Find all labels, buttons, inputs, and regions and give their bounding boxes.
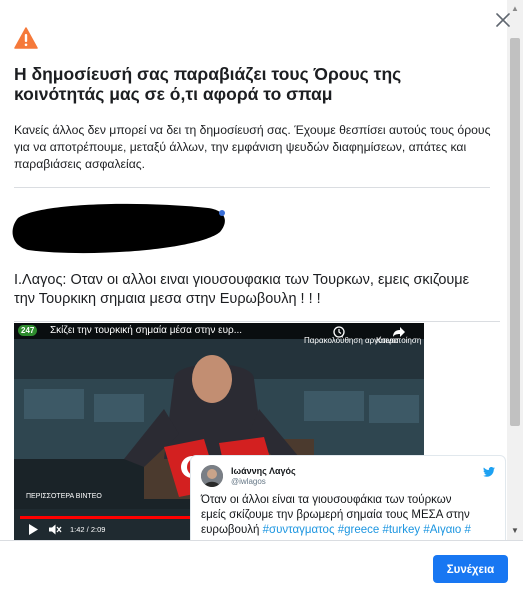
tweet-text-fragment: ευρωβουλή <box>201 524 260 536</box>
embedded-tweet[interactable]: Ιωάννης Λαγός @iwlagos Όταν οι άλλοι είν… <box>190 455 506 540</box>
redacted-author-block <box>12 203 225 254</box>
scroll-up-arrow-icon[interactable]: ▲ <box>511 4 519 13</box>
channel-badge[interactable]: 247 <box>18 325 38 336</box>
divider <box>14 321 500 322</box>
tweet-hashtags[interactable]: #συνταγματος #greece #turkey #Αιγαιο # <box>263 524 471 536</box>
spam-violation-dialog: Η δημοσίευσή σας παραβιάζει τους Όρους τ… <box>0 0 523 594</box>
continue-button[interactable]: Συνέχεια <box>433 555 508 583</box>
more-videos-label[interactable]: ΠΕΡΙΣΣΟΤΕΡΑ ΒΙΝΤΕΟ <box>26 493 102 500</box>
tweet-text-line: Όταν οι άλλοι είναι τα γιουσουφάκια των … <box>201 494 452 506</box>
video-time: 1:42 / 2:09 <box>70 525 106 534</box>
warning-triangle-icon <box>14 27 38 49</box>
dialog-description: Κανείς άλλος δεν μπορεί να δει τη δημοσί… <box>14 123 491 171</box>
tweet-author-handle[interactable]: @iwlagos <box>231 477 266 486</box>
twitter-bird-icon[interactable] <box>483 467 495 477</box>
mute-icon[interactable] <box>49 524 62 535</box>
divider <box>14 187 490 188</box>
tweet-author-name[interactable]: Ιωάννης Λαγός <box>231 466 296 476</box>
video-title[interactable]: Σκίζει την τουρκική σημαία μέσα στην ευρ… <box>50 325 242 336</box>
scroll-down-arrow-icon[interactable]: ▼ <box>511 526 519 535</box>
tweet-text-line: ευρωβουλή #συνταγματος #greece #turkey #… <box>201 523 499 538</box>
share-label: Κοινοποίηση <box>376 336 422 345</box>
play-icon[interactable] <box>28 524 38 535</box>
dialog-content[interactable]: Η δημοσίευσή σας παραβιάζει τους Όρους τ… <box>0 0 507 540</box>
scrollbar[interactable]: ▲ ▼ <box>507 0 523 540</box>
post-text: Ι.Λαγος: Οταν οι αλλοι ειναι γιουσουφακι… <box>14 272 470 307</box>
tweet-text: Όταν οι άλλοι είναι τα γιουσουφάκια των … <box>201 493 499 538</box>
close-icon[interactable] <box>494 11 512 29</box>
scrollbar-thumb[interactable] <box>510 38 520 426</box>
tweet-text-line: εμείς σκίζουμε την βρωμερή σημαία τους Μ… <box>201 509 470 521</box>
dialog-title: Η δημοσίευσή σας παραβιάζει τους Όρους τ… <box>14 64 402 104</box>
avatar[interactable] <box>201 465 223 487</box>
